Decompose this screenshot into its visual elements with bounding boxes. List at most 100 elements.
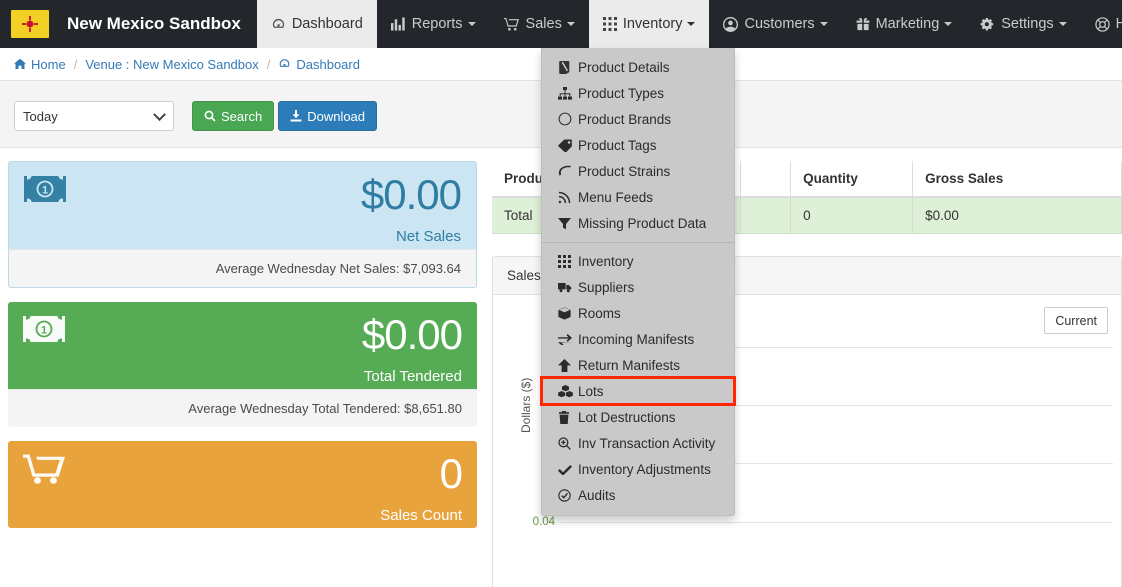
menu-item-product-details[interactable]: Product Details [542,54,734,80]
download-icon [290,110,302,122]
menu-label: Incoming Manifests [578,331,695,347]
chevron-down-icon [944,22,953,26]
chart-gridline [561,522,1113,523]
menu-item-product-tags[interactable]: Product Tags [542,132,734,158]
sitemap-icon [558,86,578,100]
breadcrumb-home[interactable]: Home [14,57,66,72]
menu-item-lots[interactable]: Lots [540,376,736,406]
breadcrumb-separator: / [73,56,78,72]
menu-item-inventory-adjustments[interactable]: Inventory Adjustments [542,456,734,482]
table-header-quantity[interactable]: Quantity [790,161,914,198]
stat-label-sales-count: Sales Count [380,507,462,524]
registered-icon [558,112,578,126]
nav-label-help-desk: Help Desk [1115,16,1122,32]
table-header-blank[interactable] [740,161,792,198]
search-plus-icon [558,436,578,450]
stat-label-total-tendered: Total Tendered [363,368,462,385]
stat-label-net-sales: Net Sales [395,228,461,245]
breadcrumb-current-label: Dashboard [296,56,360,72]
menu-item-product-types[interactable]: Product Types [542,80,734,106]
menu-item-return-manifests[interactable]: Return Manifests [542,352,734,378]
breadcrumb-separator: / [266,56,271,72]
filter-icon [558,217,578,230]
menu-label: Lot Destructions [578,409,676,425]
truck-icon [558,282,578,293]
menu-label: Inv Transaction Activity [578,435,716,451]
breadcrumb-dashboard[interactable]: Dashboard [278,57,360,72]
menu-item-suppliers[interactable]: Suppliers [542,274,734,300]
menu-item-rooms[interactable]: Rooms [542,300,734,326]
brand-title[interactable]: New Mexico Sandbox [49,0,257,48]
menu-item-product-brands[interactable]: Product Brands [542,106,734,132]
chevron-down-icon [153,108,166,122]
grid-icon [558,254,578,268]
menu-label: Product Brands [578,111,672,127]
svg-text:1: 1 [42,185,48,197]
stat-value-net-sales: $0.00 [360,171,462,218]
user-circle-icon [723,16,739,32]
menu-label: Return Manifests [578,357,681,373]
nav-item-customers[interactable]: Customers [709,0,841,48]
stat-footer-net-sales: Average Wednesday Net Sales: $7,093.64 [9,249,476,287]
stat-card-net-sales[interactable]: 1 $0.00 Net Sales Average Wednesday Net … [8,161,477,288]
stat-footer-total-tendered: Average Wednesday Total Tendered: $8,651… [8,389,477,427]
chart-current-button[interactable]: Current [1044,307,1108,334]
chevron-down-icon [687,22,696,26]
stat-card-sales-count[interactable]: 0 Sales Count [8,441,477,528]
menu-item-menu-feeds[interactable]: Menu Feeds [542,184,734,210]
date-range-value: Today [23,108,58,124]
menu-divider [542,242,734,243]
menu-item-inventory[interactable]: Inventory [542,248,734,274]
nav-label-sales: Sales [525,16,562,32]
cube-icon [558,306,578,320]
bar-chart-icon [390,17,406,31]
stat-value-total-tendered: $0.00 [361,311,463,358]
top-navbar: New Mexico Sandbox Dashboard Reports Sal… [0,0,1122,48]
stat-cards: 1 $0.00 Net Sales Average Wednesday Net … [8,161,477,542]
table-header-gross-sales[interactable]: Gross Sales [912,161,1122,198]
menu-item-product-strains[interactable]: Product Strains [542,158,734,184]
download-button[interactable]: Download [278,101,378,131]
menu-label: Product Strains [578,163,671,179]
nav-label-customers: Customers [744,16,815,32]
menu-label: Suppliers [578,279,635,295]
stat-value-sales-count: 0 [439,450,463,497]
exchange-icon [558,333,578,345]
chart-y-axis-label: Dollars ($) [519,377,533,433]
menu-label: Audits [578,487,616,503]
home-icon [14,58,26,70]
menu-item-audits[interactable]: Audits [542,482,734,508]
menu-item-missing-product-data[interactable]: Missing Product Data [542,210,734,236]
menu-label: Rooms [578,305,621,321]
date-range-select[interactable]: Today [14,101,174,131]
search-button[interactable]: Search [192,101,275,131]
gears-icon [980,17,995,32]
nav-label-inventory: Inventory [622,16,683,32]
nav-item-settings[interactable]: Settings [966,0,1080,48]
arrow-up-icon [558,358,578,372]
nav-item-sales[interactable]: Sales [490,0,589,48]
nav-item-help-desk[interactable]: Help Desk [1081,0,1122,48]
nav-item-marketing[interactable]: Marketing [842,0,967,48]
menu-label: Inventory Adjustments [578,461,711,477]
menu-item-inv-transaction-activity[interactable]: Inv Transaction Activity [542,430,734,456]
menu-label: Product Details [578,59,670,75]
nav-item-inventory[interactable]: Inventory [588,0,710,48]
grid-icon [602,17,617,31]
menu-item-incoming-manifests[interactable]: Incoming Manifests [542,326,734,352]
nav-label-dashboard: Dashboard [291,16,363,32]
nav-item-reports[interactable]: Reports [377,0,490,48]
stat-card-total-tendered[interactable]: 1 $0.00 Total Tendered Average Wednesday… [8,302,477,427]
dashboard-icon [278,58,291,70]
chevron-down-icon [1058,22,1067,26]
nav-label-marketing: Marketing [875,16,940,32]
chevron-down-icon [467,22,476,26]
nav-label-reports: Reports [411,16,463,32]
chevron-down-icon [566,22,575,26]
cubes-icon [558,384,578,398]
life-ring-icon [1095,16,1110,32]
menu-label: Lots [578,383,604,399]
menu-item-lot-destructions[interactable]: Lot Destructions [542,404,734,430]
nav-item-dashboard[interactable]: Dashboard [256,0,377,48]
breadcrumb-venue[interactable]: Venue : New Mexico Sandbox [85,57,258,72]
